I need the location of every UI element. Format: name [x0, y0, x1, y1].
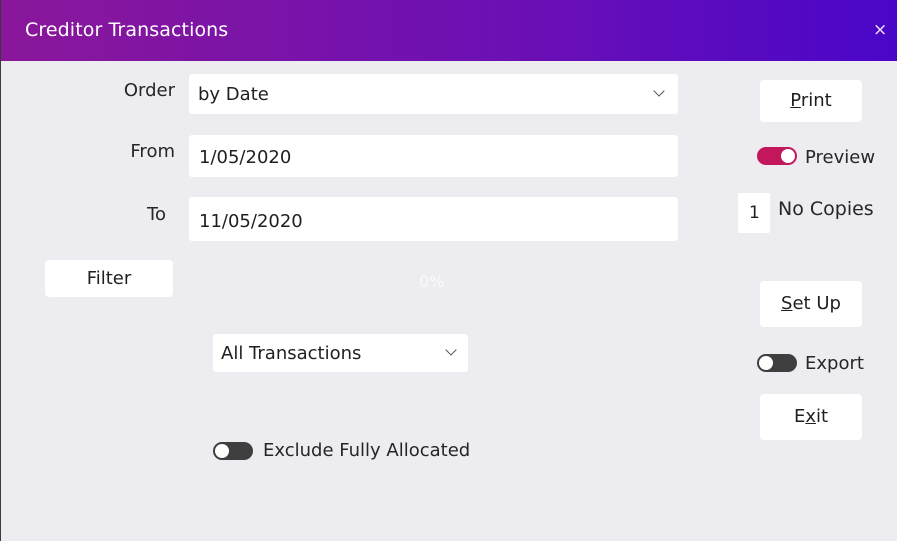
order-select-value: by Date: [198, 84, 269, 105]
toggle-knob: [781, 149, 795, 163]
order-select[interactable]: by Date: [189, 74, 678, 114]
preview-toggle[interactable]: [757, 147, 797, 165]
to-date-value: 11/05/2020: [199, 211, 303, 232]
close-icon[interactable]: ×: [873, 20, 887, 40]
exit-label-post: it: [815, 406, 829, 427]
from-date-input[interactable]: 1/05/2020: [189, 135, 678, 177]
exclude-fully-allocated-toggle[interactable]: [213, 442, 253, 460]
preview-label: Preview: [805, 147, 876, 168]
setup-button[interactable]: Set Up: [760, 281, 862, 327]
print-label-post: rint: [800, 90, 832, 111]
order-label: Order: [123, 80, 175, 101]
exit-button[interactable]: Exit: [760, 394, 862, 440]
print-button[interactable]: Print: [760, 80, 862, 122]
exclude-fully-allocated-label: Exclude Fully Allocated: [263, 440, 471, 461]
title-bar: Creditor Transactions ×: [1, 0, 897, 61]
transactions-select[interactable]: All Transactions: [213, 334, 468, 372]
export-toggle[interactable]: [757, 354, 797, 372]
copies-value: 1: [749, 203, 760, 223]
to-label: To: [147, 204, 166, 225]
copies-input[interactable]: 1: [738, 193, 770, 233]
setup-label-post: et Up: [792, 293, 841, 314]
filter-button[interactable]: Filter: [45, 260, 173, 297]
creditor-transactions-window: Creditor Transactions × Order by Date Fr…: [0, 0, 897, 541]
from-date-value: 1/05/2020: [199, 147, 292, 168]
filter-button-label: Filter: [86, 268, 132, 289]
toggle-knob: [759, 356, 773, 370]
chevron-down-icon: [653, 85, 665, 97]
chevron-down-icon: [445, 344, 457, 356]
window-title: Creditor Transactions: [25, 19, 229, 41]
exit-label-pre: E: [793, 406, 806, 427]
progress-text: 0%: [419, 272, 445, 291]
setup-label-mnemonic: S: [781, 293, 793, 314]
to-date-input[interactable]: 11/05/2020: [189, 197, 678, 241]
copies-label: No Copies: [778, 198, 874, 220]
exit-label-mnemonic: x: [805, 406, 816, 427]
from-label: From: [130, 141, 175, 162]
transactions-select-value: All Transactions: [221, 343, 362, 364]
print-label-mnemonic: P: [790, 90, 801, 111]
toggle-knob: [215, 444, 229, 458]
export-label: Export: [805, 353, 864, 374]
